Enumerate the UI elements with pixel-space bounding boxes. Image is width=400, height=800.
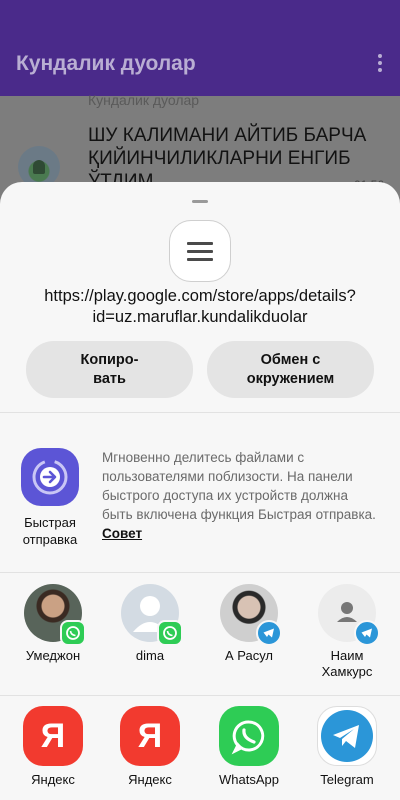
shared-url: https://play.google.com/store/apps/detai…	[44, 287, 356, 326]
telegram-badge-icon	[256, 620, 282, 646]
avatar	[24, 584, 86, 646]
app-name: Telegram	[320, 772, 374, 787]
nearby-share-label: Обмен с окружением	[246, 351, 335, 387]
whatsapp-icon	[219, 706, 279, 766]
app-name: Яндекс	[31, 772, 75, 787]
app-telegram[interactable]: Telegram	[304, 706, 390, 788]
contact-umedzhon[interactable]: Умеджон	[10, 584, 96, 664]
copy-button-label: Копиро-вать	[80, 351, 139, 387]
app-name: WhatsApp	[219, 772, 279, 787]
app-yandex-2[interactable]: Я Яндекс	[107, 706, 193, 788]
contact-name: Умеджон	[25, 648, 81, 663]
text-document-icon	[169, 220, 231, 282]
avatar	[318, 584, 380, 646]
quick-share-tip-link[interactable]: Совет	[102, 526, 142, 541]
contact-a-rasul[interactable]: А Расул	[206, 584, 292, 664]
sheet-drag-handle[interactable]	[192, 200, 208, 203]
contact-name: dima	[135, 648, 165, 663]
contact-name: А Расул	[224, 648, 274, 663]
nearby-share-button[interactable]: Обмен с окружением	[207, 341, 374, 398]
copy-button[interactable]: Копиро-вать	[26, 341, 193, 398]
share-sheet: https://play.google.com/store/apps/detai…	[0, 182, 400, 800]
divider	[0, 412, 400, 413]
app-name: Яндекс	[128, 772, 172, 787]
yandex-icon: Я	[23, 706, 83, 766]
yandex-icon: Я	[120, 706, 180, 766]
list-item-subtitle: Кундалик дуолар	[88, 92, 200, 108]
quick-share-label: Быстрая отправка	[22, 515, 78, 547]
whatsapp-badge-icon	[60, 620, 86, 646]
telegram-icon	[317, 706, 377, 766]
quick-share-icon[interactable]	[21, 448, 79, 506]
contact-dima[interactable]: dima	[107, 584, 193, 664]
quick-share-description: Мгновенно делитесь файлами с пользовател…	[102, 448, 382, 543]
app-bar: Кундалик дуолар	[0, 0, 400, 96]
contact-name: Наим Хамкурс	[321, 648, 373, 679]
avatar	[220, 584, 282, 646]
divider	[0, 695, 400, 696]
quick-share-description-text: Мгновенно делитесь файлами с пользовател…	[102, 450, 376, 522]
app-title: Кундалик дуолар	[16, 52, 196, 75]
avatar	[121, 584, 183, 646]
app-yandex-1[interactable]: Я Яндекс	[10, 706, 96, 788]
more-options-icon[interactable]	[378, 54, 382, 72]
whatsapp-badge-icon	[157, 620, 183, 646]
divider	[0, 572, 400, 573]
telegram-badge-icon	[354, 620, 380, 646]
contact-naim-khamkurs[interactable]: Наим Хамкурс	[304, 584, 390, 680]
app-whatsapp[interactable]: WhatsApp	[206, 706, 292, 788]
